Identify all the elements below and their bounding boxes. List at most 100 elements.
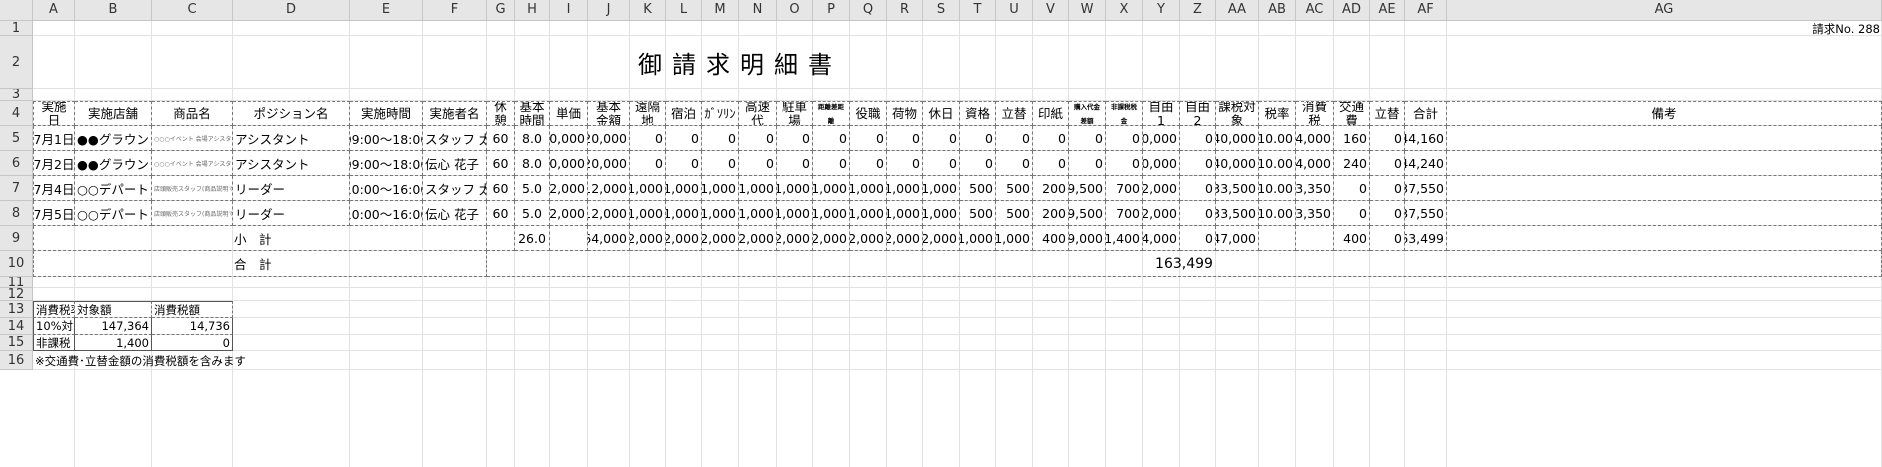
table-cell[interactable]: 0 <box>630 126 666 151</box>
spreadsheet[interactable]: A B C D E F G H I J K L M N O P Q R S T U V W X Y Z AA AB AC AD AE AF AG… <box>0 0 1882 467</box>
table-cell[interactable]: 1,000 <box>630 201 666 226</box>
column-header[interactable]: Z <box>1180 0 1216 21</box>
table-cell[interactable]: 500 <box>996 201 1033 226</box>
row-header[interactable]: 11 <box>0 277 33 288</box>
column-header[interactable]: P <box>813 0 850 21</box>
table-cell[interactable]: スタッフ 太郎 <box>423 176 487 201</box>
column-header[interactable]: X <box>1106 0 1143 21</box>
subtotal-cell[interactable]: 64,000 <box>588 226 630 251</box>
table-cell[interactable]: 10:00～16:00 <box>350 176 423 201</box>
column-header[interactable]: J <box>588 0 630 21</box>
table-cell[interactable]: 0 <box>996 151 1033 176</box>
subtotal-cell[interactable]: 2,000 <box>630 226 666 251</box>
select-all-corner[interactable] <box>0 0 33 21</box>
row-header[interactable]: 14 <box>0 318 33 335</box>
subtotal-cell[interactable]: 163,499 <box>1405 226 1447 251</box>
table-cell[interactable]: 0 <box>666 151 702 176</box>
table-cell[interactable]: 500 <box>960 176 996 201</box>
table-cell[interactable]: 7月5日 <box>33 201 75 226</box>
table-cell[interactable]: 60 <box>487 126 515 151</box>
table-cell[interactable]: 12,000 <box>550 176 588 201</box>
table-cell[interactable]: 40,000 <box>1216 126 1259 151</box>
table-cell[interactable]: 1,000 <box>813 176 850 201</box>
table-cell[interactable]: 0 <box>1069 126 1106 151</box>
subtotal-cell[interactable]: 0 <box>1180 226 1216 251</box>
column-header[interactable]: L <box>666 0 702 21</box>
subtotal-cell[interactable]: 64,000 <box>1143 226 1180 251</box>
table-cell[interactable]: 0 <box>1180 201 1216 226</box>
table-cell[interactable]: 1,000 <box>813 201 850 226</box>
column-header[interactable]: C <box>152 0 233 21</box>
column-header[interactable]: O <box>777 0 813 21</box>
column-header[interactable]: N <box>739 0 777 21</box>
table-cell[interactable]: 0 <box>923 151 960 176</box>
table-cell[interactable]: 4,000 <box>1296 126 1334 151</box>
table-cell[interactable]: ●●グラウンド <box>75 151 152 176</box>
table-cell[interactable]: 12,000 <box>588 176 630 201</box>
table-cell[interactable] <box>1447 151 1882 176</box>
table-cell[interactable]: 1,000 <box>702 176 739 201</box>
table-cell[interactable]: 0 <box>739 126 777 151</box>
table-cell[interactable]: 0 <box>1106 151 1143 176</box>
grand-total[interactable]: 163,499 <box>487 251 1882 277</box>
subtotal-cell[interactable]: 19,000 <box>1069 226 1106 251</box>
column-header[interactable]: H <box>515 0 550 21</box>
table-cell[interactable]: 160 <box>1334 126 1370 151</box>
table-cell[interactable] <box>1447 201 1882 226</box>
table-cell[interactable]: 0 <box>777 151 813 176</box>
table-cell[interactable]: 700 <box>1106 201 1143 226</box>
table-cell[interactable]: 1,000 <box>850 201 887 226</box>
table-cell[interactable]: 1,000 <box>923 176 960 201</box>
table-cell[interactable]: ○○デパート <box>75 201 152 226</box>
column-header[interactable]: U <box>996 0 1033 21</box>
table-cell[interactable]: 40,000 <box>1216 151 1259 176</box>
table-cell[interactable]: 20,000 <box>1143 126 1180 151</box>
table-cell[interactable]: 9,500 <box>1069 201 1106 226</box>
subtotal-cell[interactable] <box>1259 226 1296 251</box>
subtotal-cell[interactable]: 2,000 <box>813 226 850 251</box>
table-cell[interactable]: 1,000 <box>666 201 702 226</box>
table-cell[interactable]: 37,550 <box>1405 201 1447 226</box>
table-cell[interactable]: 1,000 <box>739 201 777 226</box>
table-cell[interactable]: 0 <box>739 151 777 176</box>
row-header[interactable]: 7 <box>0 176 33 201</box>
column-header[interactable]: S <box>923 0 960 21</box>
subtotal-cell[interactable] <box>1296 226 1334 251</box>
table-cell[interactable]: スタッフ 太郎 <box>423 126 487 151</box>
table-cell[interactable]: 10.00 <box>1259 126 1296 151</box>
subtotal-cell[interactable]: 2,000 <box>739 226 777 251</box>
table-cell[interactable]: 伝心 花子 <box>423 201 487 226</box>
table-cell[interactable]: 0 <box>850 151 887 176</box>
row-header[interactable]: 2 <box>0 36 33 89</box>
table-cell[interactable] <box>1447 126 1882 151</box>
column-header[interactable]: D <box>233 0 350 21</box>
row-header[interactable]: 15 <box>0 335 33 351</box>
table-cell[interactable]: 1,000 <box>887 201 923 226</box>
column-header[interactable]: AC <box>1296 0 1334 21</box>
column-header[interactable]: I <box>550 0 588 21</box>
table-cell[interactable]: 0 <box>1334 201 1370 226</box>
subtotal-cell[interactable]: 2,000 <box>850 226 887 251</box>
table-cell[interactable]: 0 <box>923 126 960 151</box>
table-cell[interactable]: 500 <box>996 176 1033 201</box>
table-cell[interactable]: 0 <box>1370 176 1405 201</box>
table-cell[interactable]: 09:00～18:00 <box>350 126 423 151</box>
table-cell[interactable]: 1,000 <box>666 176 702 201</box>
column-header[interactable]: AB <box>1259 0 1296 21</box>
row-header[interactable]: 9 <box>0 226 33 251</box>
table-cell[interactable]: 0 <box>1370 151 1405 176</box>
table-cell[interactable]: 0 <box>702 126 739 151</box>
column-header[interactable]: K <box>630 0 666 21</box>
column-header[interactable]: M <box>702 0 739 21</box>
tax-table-cell[interactable]: 147,364 <box>75 318 152 335</box>
table-cell[interactable]: 伝心 花子 <box>423 151 487 176</box>
column-header[interactable]: V <box>1033 0 1069 21</box>
table-cell[interactable]: 1,000 <box>702 201 739 226</box>
table-cell[interactable]: 12,000 <box>588 201 630 226</box>
table-cell[interactable]: 1,000 <box>739 176 777 201</box>
table-cell[interactable]: ○○デパート <box>75 176 152 201</box>
table-cell[interactable]: 12,000 <box>1143 201 1180 226</box>
subtotal-cell[interactable] <box>1447 226 1882 251</box>
table-cell[interactable]: 10.00 <box>1259 176 1296 201</box>
table-cell[interactable]: 33,500 <box>1216 201 1259 226</box>
